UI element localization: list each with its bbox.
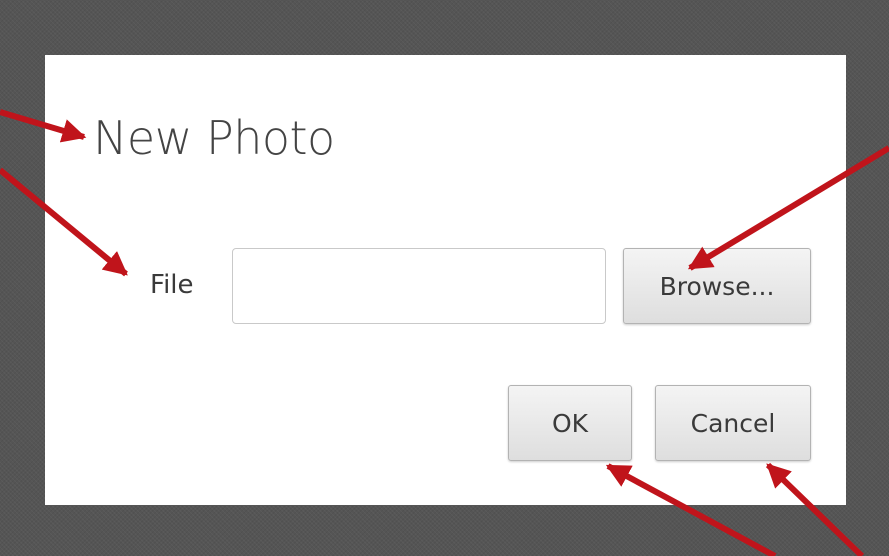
file-label: File (150, 270, 194, 300)
file-path-input[interactable] (232, 248, 606, 324)
cancel-button[interactable]: Cancel (655, 385, 811, 461)
new-photo-dialog: New Photo File Browse... OK Cancel (45, 55, 846, 505)
browse-button[interactable]: Browse... (623, 248, 811, 324)
dialog-title: New Photo (93, 111, 335, 165)
ok-button[interactable]: OK (508, 385, 632, 461)
